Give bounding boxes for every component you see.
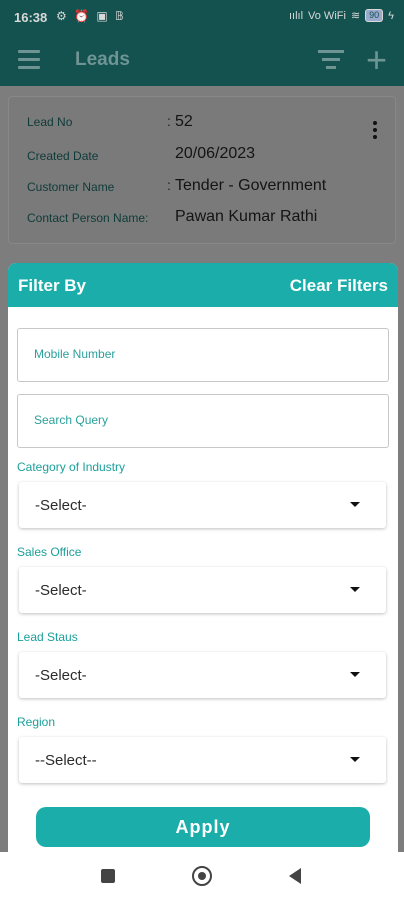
search-query-input[interactable]: Search Query <box>17 394 389 448</box>
lead-status-select-value: -Select- <box>35 667 87 684</box>
network-label: Vo WiFi <box>308 9 346 22</box>
lead-status-label: Lead Staus <box>17 630 78 644</box>
filter-header: Filter By Clear Filters <box>8 263 398 307</box>
wifi-icon: ≋ <box>350 10 361 22</box>
lead-no-value: 52 <box>175 113 193 130</box>
contact-person-value: Pawan Kumar Rathi <box>175 208 318 225</box>
dropdown-arrow-icon <box>350 672 360 677</box>
dropdown-arrow-icon <box>350 502 360 507</box>
region-select[interactable]: --Select-- <box>19 737 386 783</box>
more-options-icon[interactable] <box>373 121 377 142</box>
status-bar: 16:38 ⚙ ⏰ ▣ 𝔹 ıılıl Vo WiFi ≋ 90 ϟ <box>0 0 404 36</box>
home-icon[interactable] <box>192 866 212 886</box>
mobile-number-input[interactable]: Mobile Number <box>17 328 389 382</box>
created-date-label: Created Date <box>27 149 99 163</box>
battery-icon: 90 <box>365 9 384 22</box>
colon: : <box>167 113 171 129</box>
contact-person-label: Contact Person Name: <box>27 211 149 225</box>
apply-button[interactable]: Apply <box>36 807 370 847</box>
menu-icon[interactable] <box>18 50 40 69</box>
mobile-number-placeholder: Mobile Number <box>34 347 116 361</box>
add-icon[interactable]: + <box>366 42 387 78</box>
industry-label: Category of Industry <box>17 460 126 474</box>
sales-office-select[interactable]: -Select- <box>19 567 386 613</box>
app-bar: Leads + <box>0 36 404 86</box>
lead-no-label: Lead No <box>27 115 73 129</box>
customer-name-label: Customer Name <box>27 180 115 194</box>
status-notification-icons: ⚙ ⏰ ▣ 𝔹 <box>56 9 126 23</box>
industry-select-value: -Select- <box>35 497 87 514</box>
dropdown-arrow-icon <box>350 757 360 762</box>
region-select-value: --Select-- <box>35 752 97 769</box>
industry-select[interactable]: -Select- <box>19 482 386 528</box>
region-label: Region <box>17 715 56 729</box>
clear-filters-button[interactable]: Clear Filters <box>290 276 388 296</box>
filter-icon[interactable] <box>318 50 344 72</box>
lead-card[interactable]: Lead No : 52 Created Date 20/06/2023 Cus… <box>8 96 396 244</box>
page-title: Leads <box>75 49 130 70</box>
colon: : <box>167 177 171 193</box>
recents-icon[interactable] <box>101 869 115 883</box>
system-nav-bar <box>0 852 404 900</box>
created-date-value: 20/06/2023 <box>175 145 256 162</box>
customer-name-value: Tender - Government <box>175 177 327 194</box>
sales-office-select-value: -Select- <box>35 582 87 599</box>
signal-icon: ıılıl <box>288 9 304 22</box>
dropdown-arrow-icon <box>350 587 360 592</box>
sales-office-label: Sales Office <box>17 545 82 559</box>
charging-icon: ϟ <box>388 9 394 22</box>
lead-status-select[interactable]: -Select- <box>19 652 386 698</box>
status-time: 16:38 <box>14 10 48 25</box>
filter-title: Filter By <box>18 276 87 295</box>
search-query-placeholder: Search Query <box>34 413 109 427</box>
back-icon[interactable] <box>289 868 301 884</box>
filter-sheet: Filter By Clear Filters Mobile Number Se… <box>8 263 398 863</box>
status-right: ıılıl Vo WiFi ≋ 90 ϟ <box>289 9 394 22</box>
